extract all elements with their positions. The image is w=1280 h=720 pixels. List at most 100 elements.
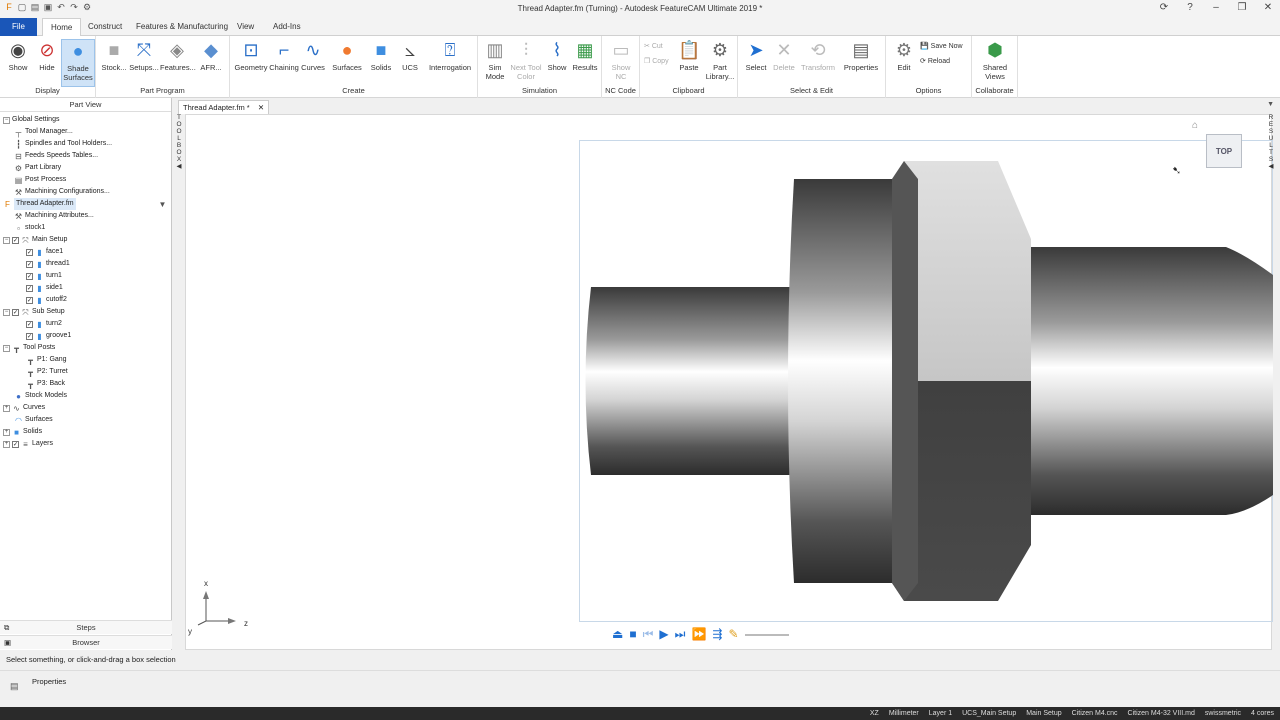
tab-features-manufacturing[interactable]: Features & Manufacturing — [128, 18, 236, 36]
features-button[interactable]: ◈ Features... — [160, 39, 196, 72]
shade-surfaces-button[interactable]: ● Shade Surfaces — [61, 39, 95, 87]
surfaces-button[interactable]: ● Surfaces — [330, 39, 364, 72]
collapse-icon[interactable]: − — [3, 116, 10, 124]
tree-item-layers[interactable]: + ✓ ≡ Layers — [3, 438, 53, 450]
collapse-icon[interactable]: − — [3, 236, 10, 244]
view-cube[interactable]: TOP — [1206, 134, 1242, 168]
expand-icon[interactable]: + — [3, 404, 10, 412]
reload-button[interactable]: ⟳ Reload — [920, 57, 950, 65]
tree-item-stock-models[interactable]: ● Stock Models — [14, 390, 67, 402]
expand-icon[interactable]: + — [3, 440, 10, 448]
expand-icon[interactable]: + — [3, 428, 10, 436]
sync-icon[interactable]: ⟳ — [1158, 2, 1170, 13]
tree-item-curves[interactable]: + ∿ Curves — [3, 402, 45, 414]
steps-tab[interactable]: ⧉ Steps — [0, 620, 172, 634]
chaining-button[interactable]: ⌐ Chaining — [268, 39, 300, 72]
status-material[interactable]: swissmetric — [1205, 708, 1241, 719]
tree-item-main-setup[interactable]: − ✓ ⤧ Main Setup — [3, 234, 67, 246]
tree-item-part-library[interactable]: ⚙ Part Library — [14, 162, 61, 174]
part-library-button[interactable]: ⚙ Part Library... — [704, 39, 736, 81]
tree-item-machining-configurations[interactable]: ⚒ Machining Configurations... — [14, 186, 110, 198]
status-units[interactable]: Millimeter — [889, 708, 919, 719]
status-setup[interactable]: Main Setup — [1026, 708, 1061, 719]
tree-item-cutoff2[interactable]: ✓ ▮ cutoff2 — [26, 294, 67, 306]
tree-item-thread1[interactable]: ✓ ▮ thread1 — [26, 258, 70, 270]
setups-button[interactable]: ⤧ Setups... — [129, 39, 159, 72]
results-button[interactable]: ▦ Results — [571, 39, 599, 72]
help-icon[interactable]: ? — [1184, 2, 1196, 13]
tree-item-spindles[interactable]: ┇ Spindles and Tool Holders... — [14, 138, 112, 150]
select-button[interactable]: ➤ Select — [742, 39, 770, 72]
tree-item-p1-gang[interactable]: ┳ P1: Gang — [26, 354, 67, 366]
speed-slider[interactable] — [744, 634, 789, 636]
properties-button[interactable]: ▤ Properties — [840, 39, 882, 72]
graphics-viewport[interactable]: x z y — [185, 114, 1273, 650]
tab-file[interactable]: File — [0, 18, 37, 36]
play-icon[interactable]: ▶ — [659, 627, 668, 641]
tree-item-groove1[interactable]: ✓ ▮ groove1 — [26, 330, 71, 342]
step-mode-icon[interactable]: ⇶ — [712, 627, 722, 641]
checkbox[interactable]: ✓ — [26, 248, 33, 256]
checkbox[interactable]: ✓ — [26, 296, 33, 304]
checkbox[interactable]: ✓ — [26, 272, 33, 280]
interrogation-button[interactable]: ⍰ Interrogation — [426, 39, 474, 72]
highlight-pen-icon[interactable]: ✎ — [728, 627, 738, 641]
tab-home[interactable]: Home — [42, 18, 82, 36]
sim-mode-button[interactable]: ▥ Sim Mode — [480, 39, 510, 81]
show-nc-button[interactable]: ▭ Show NC — [606, 39, 636, 81]
tree-item-p2-turret[interactable]: ┳ P2: Turret — [26, 366, 68, 378]
stop-icon[interactable]: ■ — [629, 627, 636, 641]
tree-item-sub-setup[interactable]: − ✓ ⤧ Sub Setup — [3, 306, 65, 318]
results-sidebar[interactable]: RESULTS ◀ — [1266, 114, 1276, 184]
next-tool-color-button[interactable]: ⫶ Next Tool Color — [510, 39, 542, 81]
solids-button[interactable]: ■ Solids — [368, 39, 394, 72]
browser-tab[interactable]: ▣ Browser — [0, 635, 172, 649]
minimize-button[interactable]: – — [1210, 2, 1222, 13]
tree-item-side1[interactable]: ✓ ▮ side1 — [26, 282, 63, 294]
geometry-button[interactable]: ⊡ Geometry — [234, 39, 268, 72]
paste-button[interactable]: 📋 Paste — [676, 39, 702, 72]
tab-add-ins[interactable]: Add-Ins — [265, 18, 309, 36]
tree-item-tool-posts[interactable]: − ┳ Tool Posts — [3, 342, 55, 354]
status-layer[interactable]: Layer 1 — [929, 708, 952, 719]
tree-item-document[interactable]: F Thread Adapter.fm — [3, 198, 76, 210]
tree-item-stock[interactable]: ▫ stock1 — [14, 222, 45, 234]
checkbox[interactable]: ✓ — [26, 332, 33, 340]
copy-button[interactable]: ❐ Copy — [644, 57, 669, 65]
eject-icon[interactable]: ⏏ — [612, 627, 623, 641]
hide-button[interactable]: ⊘ Hide — [33, 39, 61, 72]
fast-forward-icon[interactable]: ⏩ — [691, 627, 706, 641]
status-post[interactable]: Citizen M4.cnc — [1072, 708, 1118, 719]
collapse-right-icon[interactable]: ◀ — [1266, 163, 1276, 170]
doc-tab-thread-adapter[interactable]: Thread Adapter.fm * ✕ — [178, 100, 270, 114]
checkbox[interactable]: ✓ — [12, 440, 19, 448]
checkbox[interactable]: ✓ — [26, 260, 33, 268]
tree-item-global-settings[interactable]: − Global Settings — [3, 114, 59, 126]
collapse-left-icon[interactable]: ◀ — [174, 163, 184, 170]
tree-item-feeds-speeds[interactable]: ⊟ Feeds Speeds Tables... — [14, 150, 98, 162]
status-ucs[interactable]: UCS_Main Setup — [962, 708, 1016, 719]
transform-button[interactable]: ⟲ Transform — [798, 39, 838, 72]
tree-item-tool-manager[interactable]: ┬ Tool Manager... — [14, 126, 73, 138]
ucs-button[interactable]: ⦣ UCS — [398, 39, 422, 72]
checkbox[interactable]: ✓ — [26, 320, 33, 328]
collapse-icon[interactable]: − — [3, 308, 10, 316]
checkbox[interactable]: ✓ — [26, 284, 33, 292]
tree-item-p3-back[interactable]: ┳ P3: Back — [26, 378, 65, 390]
home-icon[interactable]: ⌂ — [1192, 120, 1198, 131]
tree-item-machining-attributes[interactable]: ⚒ Machining Attributes... — [14, 210, 94, 222]
rewind-icon[interactable]: ⏮ — [643, 627, 654, 641]
status-machine[interactable]: Citizen M4-32 VIII.md — [1128, 708, 1195, 719]
delete-button[interactable]: ✕ Delete — [770, 39, 798, 72]
step-end-icon[interactable]: ⏭ — [675, 627, 686, 641]
tree-item-turn1[interactable]: ✓ ▮ turn1 — [26, 270, 62, 282]
show-button[interactable]: ◉ Show — [4, 39, 32, 72]
checkbox[interactable]: ✓ — [12, 308, 19, 316]
cut-button[interactable]: ✂ Cut — [644, 42, 663, 50]
tree-dropdown-button[interactable]: ▼ — [158, 198, 167, 210]
stock-button[interactable]: ■ Stock... — [100, 39, 128, 72]
collapse-icon[interactable]: − — [3, 344, 10, 352]
tab-construct[interactable]: Construct — [80, 18, 130, 36]
restore-button[interactable]: ❐ — [1236, 2, 1248, 13]
curves-button[interactable]: ∿ Curves — [299, 39, 327, 72]
